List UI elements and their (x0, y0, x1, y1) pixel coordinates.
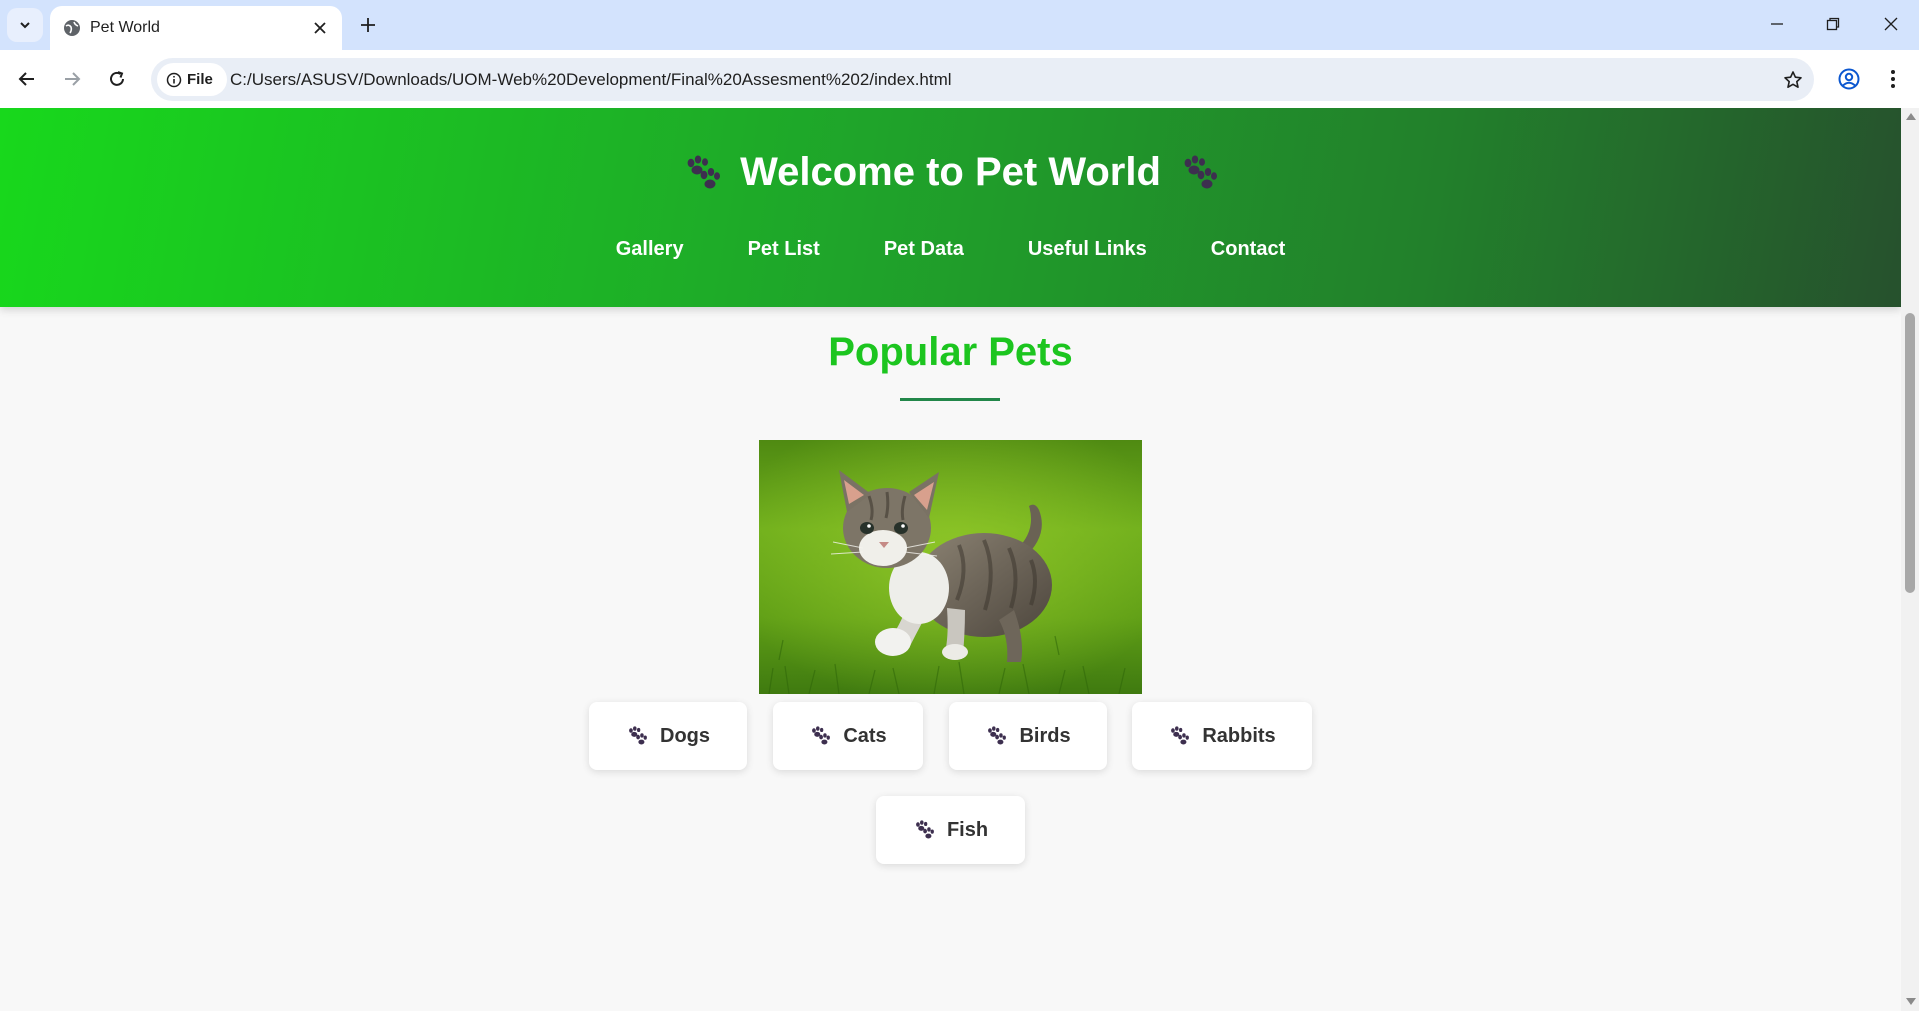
tab-close-button[interactable] (308, 16, 332, 40)
window-close-button[interactable] (1873, 8, 1909, 40)
paw-icon (988, 726, 1007, 745)
arrow-left-icon (18, 72, 34, 86)
plus-icon (361, 18, 375, 32)
minimize-icon (1771, 23, 1783, 25)
pet-button-label: Dogs (660, 724, 710, 747)
paw-icon (812, 726, 831, 745)
main-nav: Gallery Pet List Pet Data Useful Links C… (0, 238, 1901, 261)
pet-button-rabbits[interactable]: Rabbits (1132, 702, 1312, 770)
browser-tab[interactable]: Pet World (50, 6, 342, 50)
address-bar[interactable]: File C:/Users/ASUSV/Downloads/UOM-Web%20… (151, 58, 1814, 101)
close-icon (314, 22, 326, 34)
back-button[interactable] (9, 61, 45, 97)
site-chip-label: File (187, 71, 213, 88)
pet-button-fish[interactable]: Fish (876, 796, 1025, 864)
url-text[interactable]: C:/Users/ASUSV/Downloads/UOM-Web%20Devel… (230, 70, 952, 90)
scroll-down-arrow-icon[interactable] (1906, 998, 1916, 1005)
pet-button-label: Birds (1019, 724, 1071, 747)
reload-icon (110, 71, 124, 86)
close-icon (1884, 17, 1898, 31)
scrollbar-thumb[interactable] (1905, 313, 1915, 593)
new-tab-button[interactable] (353, 10, 383, 40)
pet-button-cats[interactable]: Cats (773, 702, 923, 770)
nav-link-gallery[interactable]: Gallery (584, 238, 716, 261)
browser-menu-button[interactable] (1875, 61, 1911, 97)
forward-button[interactable] (54, 61, 90, 97)
site-title: Welcome to Pet World (0, 150, 1901, 195)
pet-image-kitten (759, 440, 1142, 694)
browser-toolbar: File C:/Users/ASUSV/Downloads/UOM-Web%20… (0, 50, 1919, 108)
nav-link-contact[interactable]: Contact (1179, 238, 1317, 261)
nav-link-pet-list[interactable]: Pet List (716, 238, 852, 261)
nav-link-useful-links[interactable]: Useful Links (996, 238, 1179, 261)
reload-button[interactable] (99, 61, 135, 97)
title-underline (900, 398, 1000, 401)
star-icon (1784, 71, 1802, 88)
more-vertical-icon (1891, 70, 1895, 88)
vertical-scrollbar[interactable] (1901, 108, 1919, 1011)
browser-tab-bar: Pet World (0, 0, 1919, 50)
pet-button-dogs[interactable]: Dogs (589, 702, 747, 770)
paw-icon (1171, 726, 1190, 745)
nav-link-pet-data[interactable]: Pet Data (852, 238, 996, 261)
tab-search-button[interactable] (7, 8, 43, 42)
minimize-button[interactable] (1759, 8, 1795, 40)
pet-button-label: Fish (946, 818, 989, 841)
bookmark-button[interactable] (1777, 64, 1809, 96)
site-header: Welcome to Pet World Gallery Pet List Pe… (0, 108, 1901, 307)
section-title: Popular Pets (828, 330, 1073, 374)
paw-icon (1184, 155, 1217, 188)
arrow-right-icon (65, 72, 81, 86)
site-info-chip[interactable]: File (157, 63, 227, 96)
pet-button-label: Rabbits (1202, 724, 1276, 747)
pet-button-label: Cats (843, 724, 887, 747)
paw-icon (916, 820, 934, 839)
globe-icon (64, 20, 80, 36)
profile-button[interactable] (1831, 61, 1867, 97)
profile-icon (1838, 68, 1860, 90)
restore-button[interactable] (1815, 8, 1851, 40)
tab-title: Pet World (90, 19, 160, 36)
chevron-down-icon (20, 22, 30, 29)
page-viewport: Welcome to Pet World Gallery Pet List Pe… (0, 108, 1901, 1011)
pet-button-birds[interactable]: Birds (949, 702, 1107, 770)
paw-icon (687, 155, 721, 188)
paw-icon (629, 726, 647, 745)
scroll-up-arrow-icon[interactable] (1906, 113, 1916, 120)
site-title-text: Welcome to Pet World (740, 150, 1161, 194)
restore-icon (1826, 17, 1840, 31)
info-icon (166, 72, 182, 87)
